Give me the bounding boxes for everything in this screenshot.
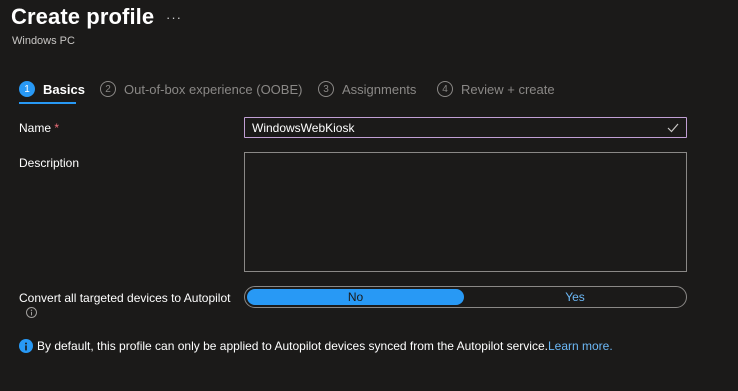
name-input-value: WindowsWebKiosk	[252, 120, 355, 135]
description-label: Description	[19, 156, 80, 170]
info-note-text: By default, this profile can only be app…	[37, 339, 548, 353]
autopilot-option-yes[interactable]: Yes	[466, 289, 684, 305]
learn-more-link[interactable]: Learn more.	[548, 339, 613, 353]
description-textarea[interactable]	[244, 152, 687, 272]
step-number-badge: 3	[318, 81, 334, 97]
name-label-text: Name	[19, 121, 52, 135]
name-input[interactable]: WindowsWebKiosk	[244, 117, 687, 138]
autopilot-option-no[interactable]: No	[247, 289, 464, 305]
step-number-badge: 1	[19, 81, 35, 97]
info-note: By default, this profile can only be app…	[19, 339, 613, 353]
create-profile-page: Create profile ··· Windows PC 1 Basics 2…	[0, 0, 738, 391]
autopilot-toggle[interactable]: No Yes	[244, 286, 687, 308]
step-review-create[interactable]: 4 Review + create	[437, 80, 555, 98]
checkmark-icon	[664, 119, 682, 137]
required-marker: *	[54, 121, 60, 135]
name-label: Name *	[19, 121, 59, 135]
step-number-badge: 4	[437, 81, 453, 97]
info-circle-icon	[19, 339, 33, 353]
more-options-button[interactable]: ···	[166, 10, 182, 25]
info-icon[interactable]	[26, 307, 37, 318]
step-number-badge: 2	[100, 81, 116, 97]
autopilot-label: Convert all targeted devices to Autopilo…	[19, 291, 231, 305]
active-step-indicator	[19, 102, 76, 104]
step-label: Basics	[43, 81, 85, 97]
step-basics[interactable]: 1 Basics	[19, 80, 85, 98]
step-oobe[interactable]: 2 Out-of-box experience (OOBE)	[100, 80, 302, 98]
step-assignments[interactable]: 3 Assignments	[318, 80, 416, 98]
step-label: Assignments	[342, 81, 417, 97]
step-label: Out-of-box experience (OOBE)	[124, 81, 303, 97]
page-title: Create profile	[11, 4, 155, 29]
page-subtitle: Windows PC	[12, 35, 75, 47]
step-label: Review + create	[461, 81, 555, 97]
